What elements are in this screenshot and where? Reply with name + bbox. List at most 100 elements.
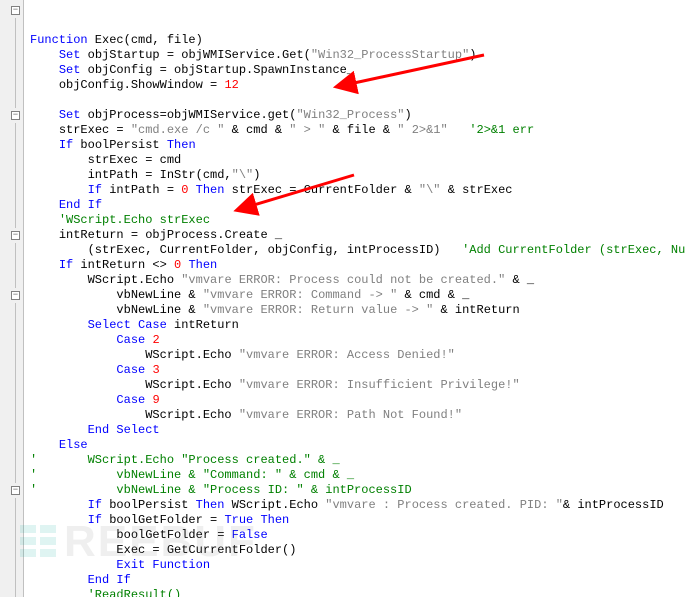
code-token: Then bbox=[260, 513, 289, 527]
code-line: WScript.Echo "vmvare ERROR: Path Not Fou… bbox=[30, 408, 690, 423]
code-token: End If bbox=[88, 573, 131, 587]
code-token bbox=[188, 183, 195, 197]
code-line: Else bbox=[30, 438, 690, 453]
code-line: Function Exec(cmd, file) bbox=[30, 33, 690, 48]
code-token: Set bbox=[59, 108, 81, 122]
fold-line-icon bbox=[15, 558, 16, 573]
code-token: False bbox=[232, 528, 268, 542]
gutter-cell bbox=[0, 153, 23, 168]
fold-collapse-icon[interactable]: − bbox=[11, 231, 20, 240]
fold-line-icon bbox=[15, 378, 16, 393]
code-token: 2 bbox=[152, 333, 159, 347]
fold-line-icon bbox=[15, 438, 16, 453]
fold-line-icon bbox=[15, 588, 16, 597]
code-token: Exec(cmd, file) bbox=[88, 33, 203, 47]
gutter-cell bbox=[0, 453, 23, 468]
gutter-cell bbox=[0, 543, 23, 558]
code-token: If bbox=[88, 183, 102, 197]
gutter-cell bbox=[0, 48, 23, 63]
code-token: & _ bbox=[505, 273, 534, 287]
code-token: WScript.Echo bbox=[145, 378, 239, 392]
code-token: intReturn = objProcess.Create _ bbox=[59, 228, 282, 242]
fold-collapse-icon[interactable]: − bbox=[11, 6, 20, 15]
code-token: Then bbox=[188, 258, 217, 272]
fold-line-icon bbox=[15, 63, 16, 78]
code-token: boolPersist bbox=[73, 138, 167, 152]
code-token: Case bbox=[116, 393, 145, 407]
code-token: & cmd & _ bbox=[397, 288, 469, 302]
code-token: objConfig = objStartup.SpawnInstance_ bbox=[80, 63, 354, 77]
gutter-cell bbox=[0, 468, 23, 483]
code-line: Set objStartup = objWMIService.Get("Win3… bbox=[30, 48, 690, 63]
code-line: If boolGetFolder = True Then bbox=[30, 513, 690, 528]
code-token: 3 bbox=[152, 363, 159, 377]
fold-line-icon bbox=[15, 318, 16, 333]
code-token: 'WScript.Echo strExec bbox=[59, 213, 210, 227]
code-token: intPath = bbox=[102, 183, 181, 197]
gutter-cell bbox=[0, 363, 23, 378]
code-token: Case bbox=[116, 333, 145, 347]
fold-line-icon bbox=[15, 513, 16, 528]
code-token: Exec = GetCurrentFolder() bbox=[116, 543, 296, 557]
gutter-cell bbox=[0, 513, 23, 528]
fold-line-icon bbox=[15, 528, 16, 543]
code-token: ' WScript.Echo "Process created." & _ bbox=[30, 453, 340, 467]
fold-line-icon bbox=[15, 573, 16, 588]
code-token: 'Add CurrentFolder (strExec, Nu bbox=[462, 243, 685, 257]
code-line: boolGetFolder = False bbox=[30, 528, 690, 543]
fold-collapse-icon[interactable]: − bbox=[11, 486, 20, 495]
code-line: WScript.Echo "vmvare ERROR: Access Denie… bbox=[30, 348, 690, 363]
gutter-cell bbox=[0, 273, 23, 288]
code-token bbox=[448, 123, 470, 137]
code-token: boolPersist bbox=[102, 498, 196, 512]
gutter-cell bbox=[0, 18, 23, 33]
code-token: If bbox=[88, 498, 102, 512]
code-token: & file & bbox=[325, 123, 397, 137]
code-token: End Select bbox=[88, 423, 160, 437]
fold-line-icon bbox=[15, 183, 16, 198]
fold-collapse-icon[interactable]: − bbox=[11, 291, 20, 300]
code-line: intReturn = objProcess.Create _ bbox=[30, 228, 690, 243]
code-token: "\" bbox=[419, 183, 441, 197]
code-token: If bbox=[59, 258, 73, 272]
code-line bbox=[30, 93, 690, 108]
fold-line-icon bbox=[15, 18, 16, 33]
fold-collapse-icon[interactable]: − bbox=[11, 111, 20, 120]
code-line: If intReturn <> 0 Then bbox=[30, 258, 690, 273]
code-area: Function Exec(cmd, file) Set objStartup … bbox=[24, 0, 690, 597]
code-token: boolGetFolder = bbox=[116, 528, 231, 542]
fold-line-icon bbox=[15, 408, 16, 423]
code-line: End Select bbox=[30, 423, 690, 438]
code-token: WScript.Echo bbox=[88, 273, 182, 287]
code-token: " > " bbox=[289, 123, 325, 137]
code-token: "vmvare : Process created. PID: " bbox=[325, 498, 563, 512]
gutter-cell bbox=[0, 123, 23, 138]
code-token: intReturn bbox=[167, 318, 239, 332]
code-token: intReturn <> bbox=[73, 258, 174, 272]
code-line: If boolPersist Then WScript.Echo "vmvare… bbox=[30, 498, 690, 513]
code-token: If bbox=[59, 138, 73, 152]
code-token: Function bbox=[30, 33, 88, 47]
gutter-cell bbox=[0, 213, 23, 228]
code-token: Then bbox=[167, 138, 196, 152]
fold-line-icon bbox=[15, 303, 16, 318]
code-line: 'ReadResult() bbox=[30, 588, 690, 597]
code-token: ) bbox=[469, 48, 476, 62]
fold-line-icon bbox=[15, 138, 16, 153]
code-line: 'WScript.Echo strExec bbox=[30, 213, 690, 228]
gutter-cell bbox=[0, 393, 23, 408]
code-token: "vmvare ERROR: Access Denied!" bbox=[239, 348, 455, 362]
code-token: boolGetFolder = bbox=[102, 513, 224, 527]
code-token: Exit Function bbox=[116, 558, 210, 572]
code-line: If boolPersist Then bbox=[30, 138, 690, 153]
code-token: objProcess=objWMIService.get( bbox=[80, 108, 296, 122]
code-token: "Win32_ProcessStartup" bbox=[311, 48, 469, 62]
code-line: intPath = InStr(cmd,"\") bbox=[30, 168, 690, 183]
code-token: WScript.Echo bbox=[145, 408, 239, 422]
fold-line-icon bbox=[15, 453, 16, 468]
code-token: vbNewLine & bbox=[116, 303, 202, 317]
fold-line-icon bbox=[15, 123, 16, 138]
gutter-cell bbox=[0, 183, 23, 198]
code-token: strExec = CurrentFolder & bbox=[224, 183, 418, 197]
code-token: WScript.Echo bbox=[224, 498, 325, 512]
